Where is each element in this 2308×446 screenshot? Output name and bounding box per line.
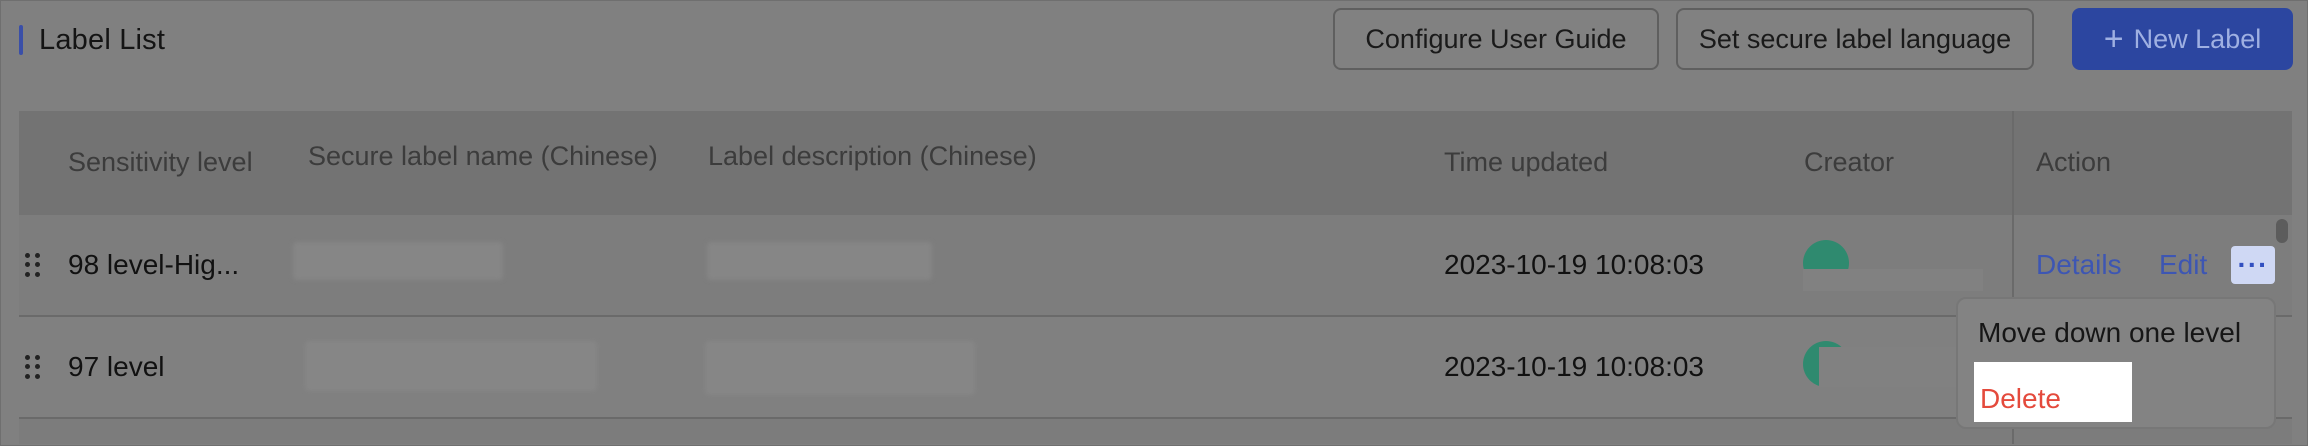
redacted-description — [705, 341, 975, 395]
sensitivity-cell: 98 level-Hig... — [68, 249, 240, 280]
column-header-time-updated: Time updated — [1444, 147, 1609, 177]
redacted-description — [707, 242, 932, 280]
column-header-description: Label description (Chinese) — [708, 141, 1037, 171]
configure-user-guide-label: Configure User Guide — [1365, 23, 1627, 54]
set-secure-label-language-button[interactable]: Set secure label language — [1676, 8, 2034, 70]
page-header: Label List — [19, 22, 165, 58]
configure-user-guide-button[interactable]: Configure User Guide — [1333, 8, 1659, 70]
column-header-creator: Creator — [1804, 147, 1895, 177]
drag-handle-icon[interactable] — [25, 355, 41, 379]
table-header-row: Sensitivity level Secure label name (Chi… — [19, 111, 2292, 215]
column-header-name: Secure label name (Chinese) — [308, 141, 658, 171]
new-label-button[interactable]: + New Label — [2072, 8, 2293, 70]
set-secure-label-language-label: Set secure label language — [1698, 23, 2012, 54]
column-header-action: Action — [2036, 147, 2112, 177]
label-table: Sensitivity level Secure label name (Chi… — [19, 111, 2292, 444]
more-icon: ··· — [2237, 249, 2269, 280]
time-updated-cell: 2023-10-19 10:08:03 — [1444, 351, 1704, 382]
details-link[interactable]: Details — [2036, 249, 2122, 281]
column-header-sensitivity: Sensitivity level — [68, 147, 253, 177]
table-row: 98 level-Hig... 2023-10-19 10:08:03 — [19, 215, 2292, 317]
menu-item-delete[interactable]: Delete — [1980, 383, 2061, 415]
new-label-label: New Label — [2133, 23, 2262, 54]
sensitivity-cell: 97 level — [68, 351, 165, 382]
title-accent-bar — [19, 25, 23, 55]
plus-icon: + — [2103, 20, 2124, 58]
redacted-name — [305, 341, 597, 391]
redacted-creator — [1819, 347, 1959, 387]
more-actions-button[interactable]: ··· — [2231, 246, 2275, 284]
vertical-scrollbar[interactable] — [2276, 219, 2288, 243]
redacted-name — [293, 242, 503, 280]
page-title: Label List — [39, 23, 166, 56]
redacted-creator — [1803, 269, 1983, 291]
edit-link[interactable]: Edit — [2159, 249, 2207, 281]
more-actions-dropdown: Move down one level Delete — [1956, 297, 2276, 429]
time-updated-cell: 2023-10-19 10:08:03 — [1444, 249, 1704, 280]
menu-item-move-down[interactable]: Move down one level — [1978, 317, 2241, 349]
drag-handle-icon[interactable] — [25, 253, 41, 277]
table-row: 97 level 2023-10-19 10:08:03 — [19, 317, 2292, 419]
